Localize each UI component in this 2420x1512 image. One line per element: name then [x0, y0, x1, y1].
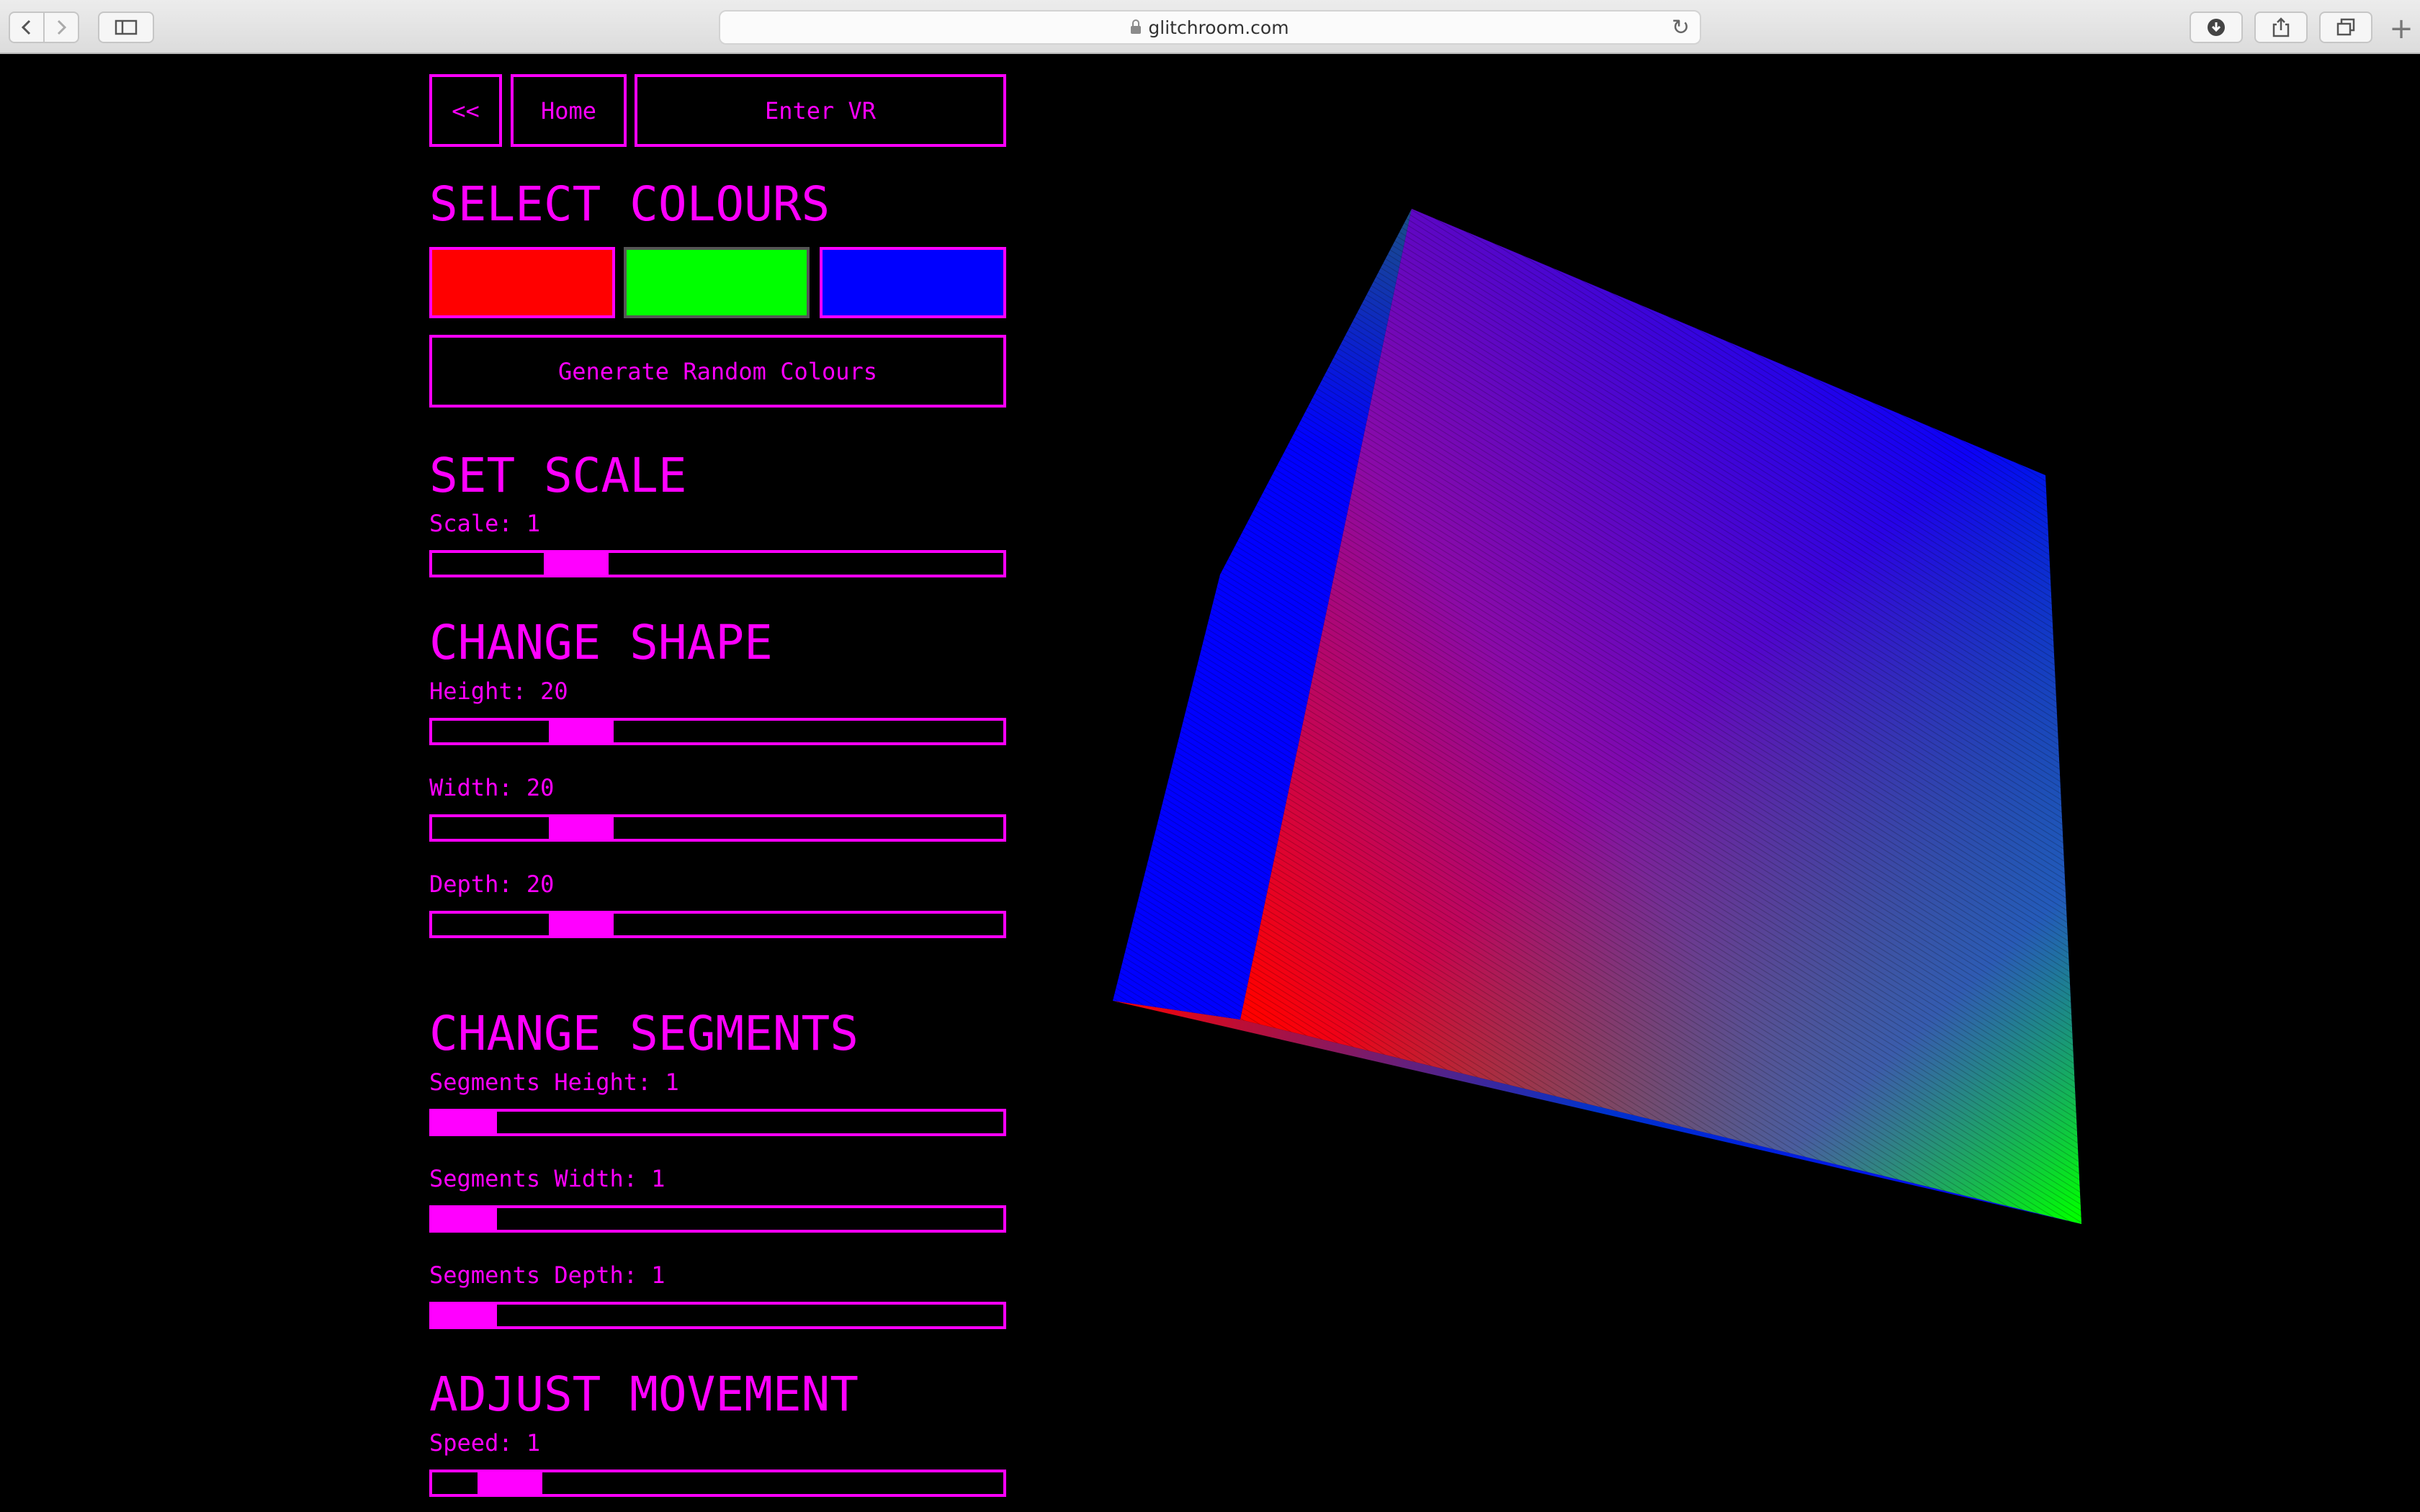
scale-slider[interactable]: [429, 550, 1006, 577]
change-shape-heading: CHANGE SHAPE: [429, 615, 773, 670]
width-label: Width: 20: [429, 774, 555, 801]
colour-swatch-red[interactable]: [429, 247, 615, 318]
home-button[interactable]: Home: [511, 74, 627, 147]
segments-depth-label: Segments Depth: 1: [429, 1261, 666, 1289]
width-slider[interactable]: [429, 814, 1006, 842]
segments-height-label: Segments Height: 1: [429, 1068, 679, 1096]
height-label: Height: 20: [429, 678, 568, 705]
change-segments-heading: CHANGE SEGMENTS: [429, 1006, 859, 1061]
generate-random-colours-button[interactable]: Generate Random Colours: [429, 335, 1006, 408]
depth-slider[interactable]: [429, 911, 1006, 938]
back-nav-button[interactable]: <<: [429, 74, 502, 147]
segments-width-slider-thumb[interactable]: [432, 1208, 497, 1230]
width-slider-thumb[interactable]: [549, 817, 614, 839]
segments-depth-slider-thumb[interactable]: [432, 1305, 497, 1326]
segments-depth-slider[interactable]: [429, 1302, 1006, 1329]
speed-slider[interactable]: [429, 1470, 1006, 1497]
scale-label: Scale: 1: [429, 510, 541, 537]
segments-height-slider-thumb[interactable]: [432, 1112, 497, 1133]
height-slider[interactable]: [429, 718, 1006, 745]
colour-swatch-blue[interactable]: [820, 247, 1006, 318]
speed-label: Speed: 1: [429, 1429, 541, 1457]
set-scale-heading: SET SCALE: [429, 448, 687, 503]
adjust-movement-heading: ADJUST MOVEMENT: [429, 1367, 859, 1422]
enter-vr-button[interactable]: Enter VR: [635, 74, 1006, 147]
depth-label: Depth: 20: [429, 870, 555, 898]
segments-height-slider[interactable]: [429, 1109, 1006, 1136]
depth-slider-thumb[interactable]: [549, 914, 614, 935]
segments-width-label: Segments Width: 1: [429, 1165, 666, 1192]
speed-slider-thumb[interactable]: [478, 1472, 542, 1494]
segments-width-slider[interactable]: [429, 1205, 1006, 1233]
colour-swatch-green[interactable]: [624, 247, 810, 318]
height-slider-thumb[interactable]: [549, 721, 614, 742]
scale-slider-thumb[interactable]: [544, 553, 609, 575]
select-colours-heading: SELECT COLOURS: [429, 176, 830, 232]
cube-canvas[interactable]: [0, 0, 2420, 1512]
